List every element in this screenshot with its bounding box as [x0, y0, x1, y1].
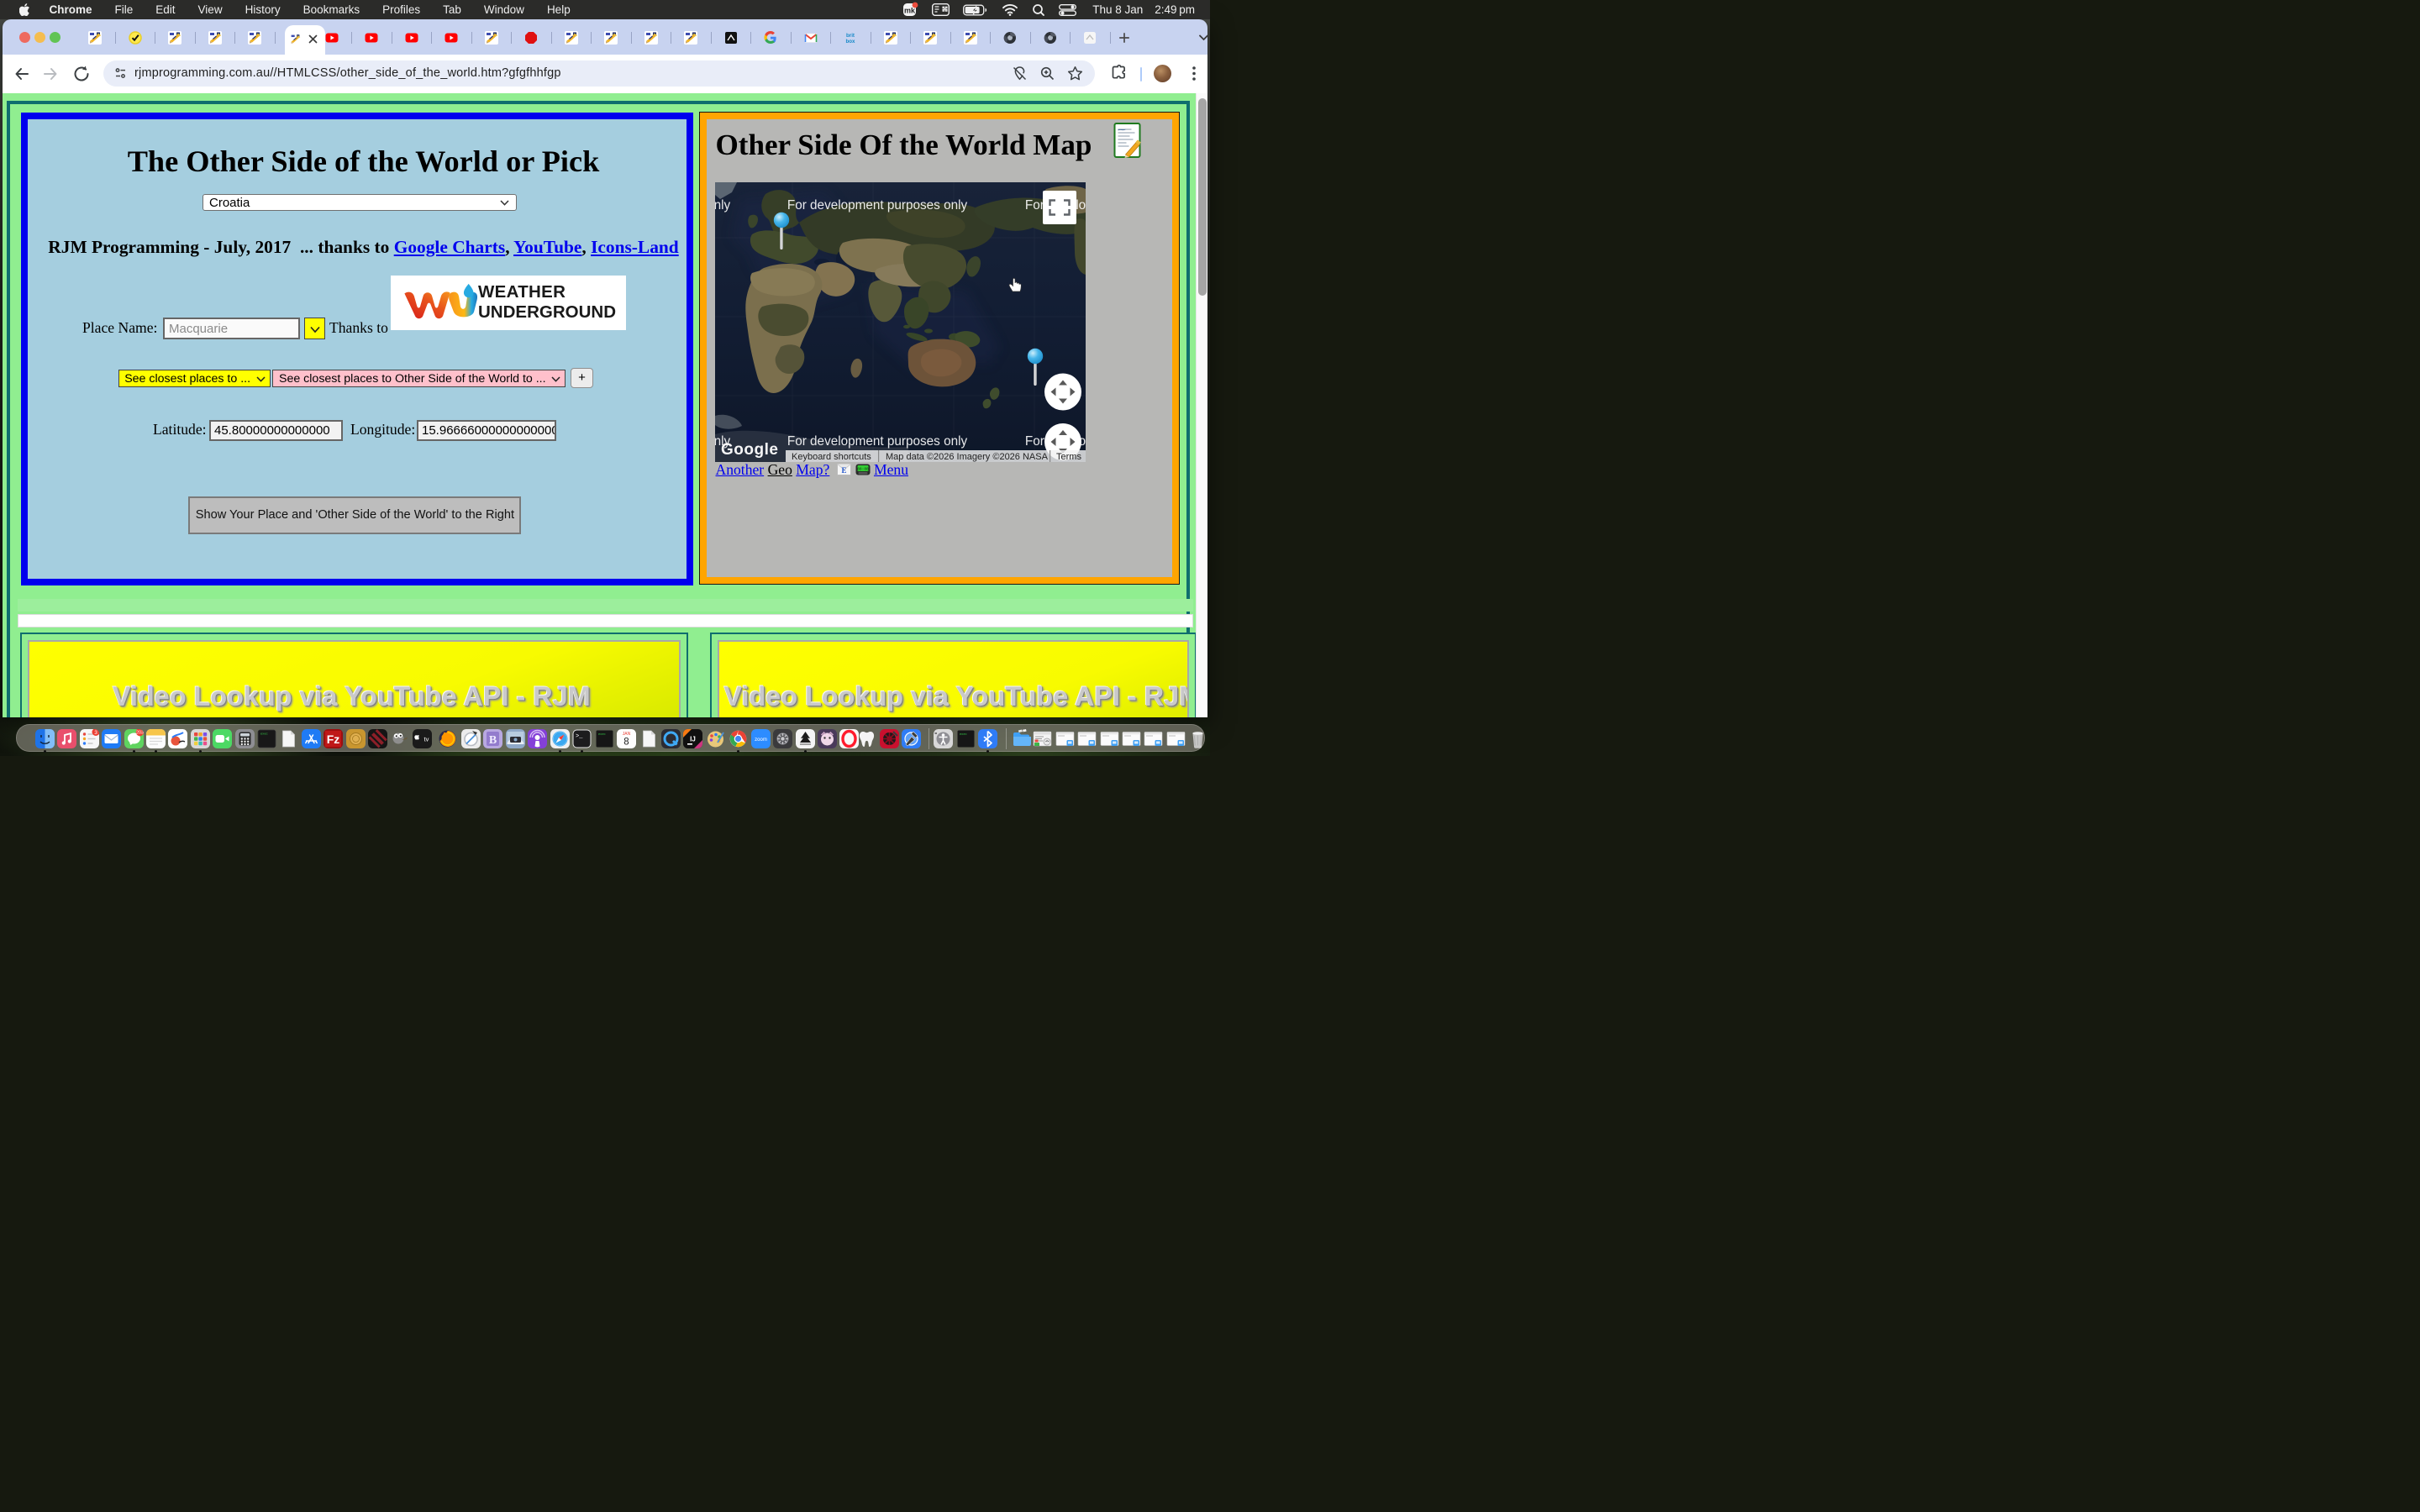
svg-text:203: 203 — [136, 731, 144, 736]
svg-text:Terms: Terms — [1056, 452, 1081, 462]
svg-text:Google: Google — [721, 441, 778, 459]
svg-text:IJ: IJ — [690, 736, 696, 743]
svg-text:8: 8 — [623, 738, 629, 748]
svg-text:>_: >_ — [576, 733, 583, 740]
svg-text:3: 3 — [94, 730, 97, 736]
svg-text:exec: exec — [260, 733, 268, 737]
svg-text:exec: exec — [598, 733, 606, 737]
svg-text:zoom: zoom — [755, 738, 767, 743]
svg-text:For development purposes only: For development purposes only — [787, 434, 968, 449]
svg-text:For development purposes only: For development purposes only — [787, 198, 968, 213]
svg-text:Fz: Fz — [327, 732, 340, 746]
svg-text:exec: exec — [960, 733, 967, 737]
svg-text:88:88: 88:88 — [857, 467, 869, 472]
svg-text:JAN: JAN — [622, 732, 630, 737]
svg-text:Map data ©2026 Imagery ©2026 N: Map data ©2026 Imagery ©2026 NASA — [886, 452, 1049, 462]
svg-text:UNDERGROUND: UNDERGROUND — [478, 302, 616, 322]
svg-text:E: E — [842, 466, 847, 475]
svg-text:B: B — [488, 734, 496, 747]
svg-text:WEATHER: WEATHER — [478, 282, 566, 302]
svg-text:For development purposes only: For development purposes only — [715, 198, 730, 213]
svg-text:tv: tv — [424, 736, 429, 743]
